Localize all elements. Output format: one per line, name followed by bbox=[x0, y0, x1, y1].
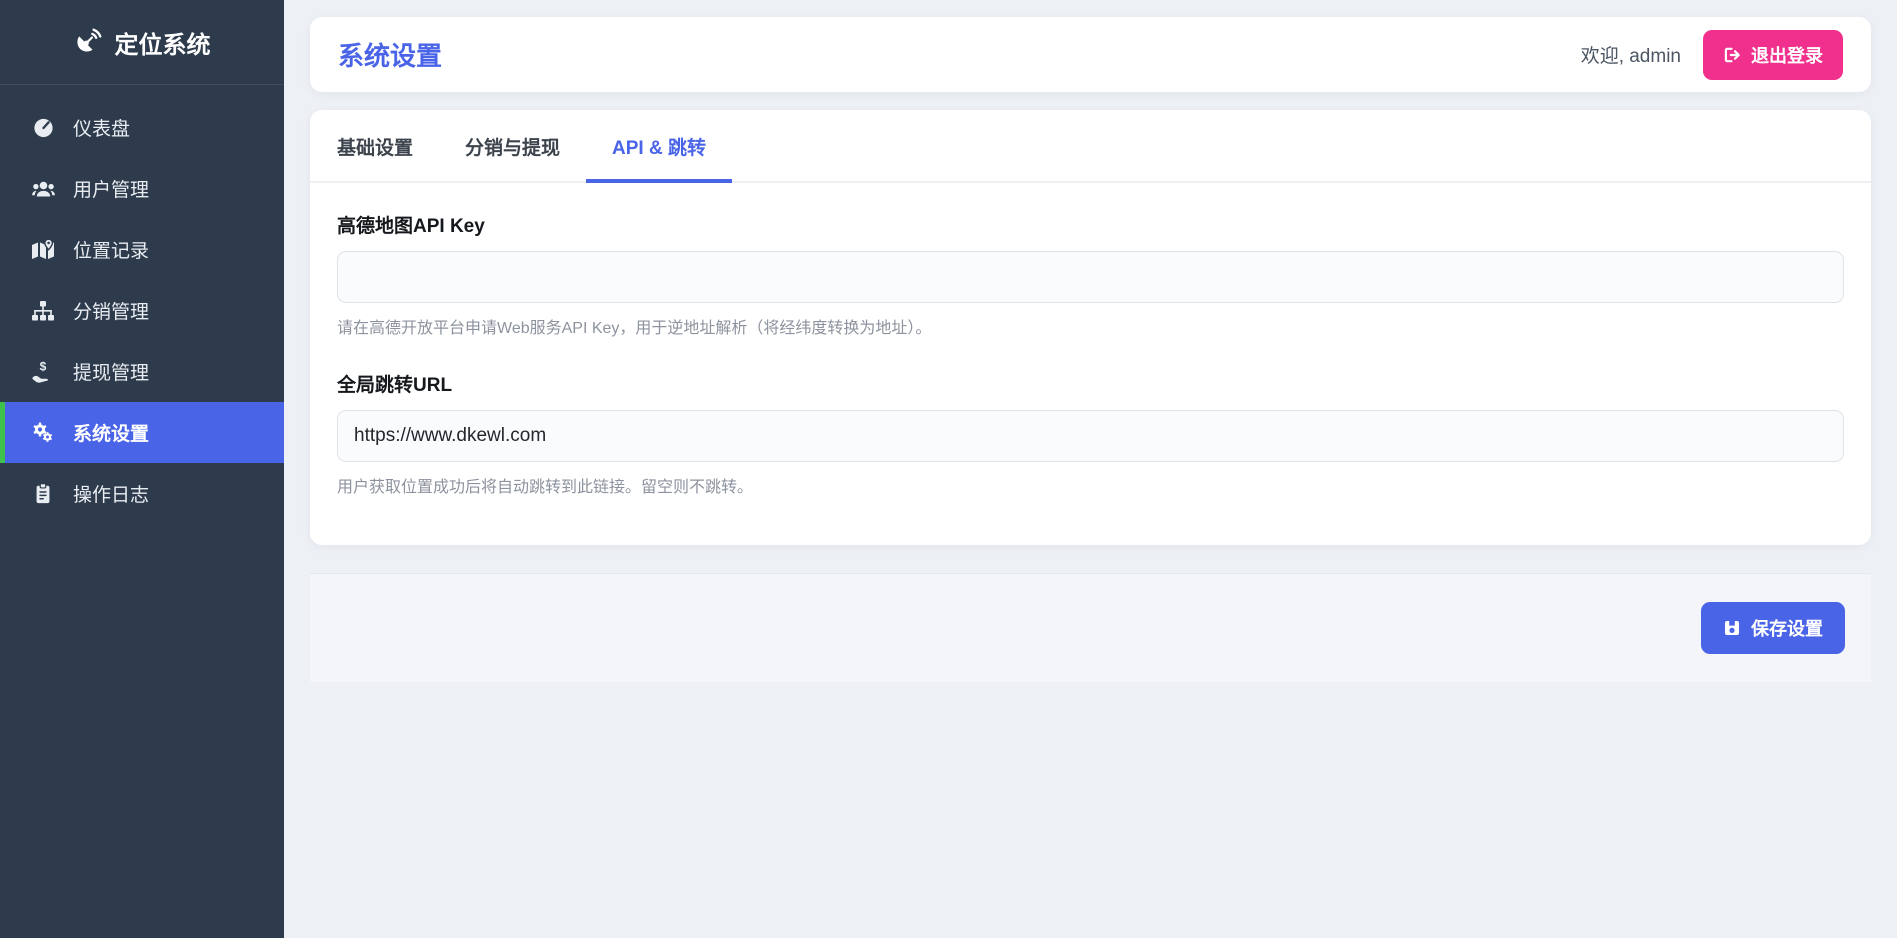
sidebar-item-label: 分销管理 bbox=[73, 302, 150, 323]
settings-card: 基础设置 分销与提现 API & 跳转 高德地图API Key 请在高德开放平台… bbox=[310, 110, 1871, 545]
tab-basic-settings[interactable]: 基础设置 bbox=[311, 110, 439, 183]
sidebar-item-label: 操作日志 bbox=[73, 485, 150, 506]
sitemap-icon bbox=[30, 300, 56, 322]
clipboard-icon bbox=[30, 482, 56, 505]
field-global-redirect-url: 全局跳转URL 用户获取位置成功后将自动跳转到此链接。留空则不跳转。 bbox=[337, 370, 1844, 497]
tab-bar: 基础设置 分销与提现 API & 跳转 bbox=[310, 110, 1871, 183]
satellite-dish-icon bbox=[76, 28, 101, 52]
sidebar-item-dashboard[interactable]: 仪表盘 bbox=[0, 97, 284, 158]
tab-label: 分销与提现 bbox=[465, 138, 561, 159]
map-marker-icon bbox=[30, 238, 56, 261]
sidebar-item-distribution[interactable]: 分销管理 bbox=[0, 280, 284, 341]
sidebar-item-label: 系统设置 bbox=[73, 424, 150, 445]
welcome-text: 欢迎, admin bbox=[1580, 46, 1681, 67]
save-label: 保存设置 bbox=[1751, 619, 1823, 639]
gauge-icon bbox=[30, 116, 56, 139]
tab-label: 基础设置 bbox=[337, 138, 414, 159]
global-redirect-url-help: 用户获取位置成功后将自动跳转到此链接。留空则不跳转。 bbox=[337, 479, 754, 496]
cogs-icon bbox=[30, 421, 56, 445]
users-icon bbox=[30, 178, 56, 200]
tab-api-redirect[interactable]: API & 跳转 bbox=[586, 110, 732, 183]
field-amap-api-key: 高德地图API Key 请在高德开放平台申请Web服务API Key，用于逆地址… bbox=[337, 211, 1844, 338]
tab-distribution-withdraw[interactable]: 分销与提现 bbox=[439, 110, 586, 183]
sidebar: 定位系统 仪表盘 用户管理 位置记录 分销管理 $ 提现管理 系统设置 操作日志 bbox=[0, 0, 284, 938]
sidebar-item-withdrawals[interactable]: $ 提现管理 bbox=[0, 341, 284, 402]
sign-out-icon bbox=[1724, 47, 1740, 62]
sidebar-item-label: 提现管理 bbox=[73, 363, 150, 384]
save-icon bbox=[1725, 621, 1739, 635]
top-bar: 系统设置 欢迎, admin 退出登录 bbox=[310, 17, 1871, 92]
amap-api-key-input[interactable] bbox=[337, 251, 1844, 303]
main-content: 系统设置 欢迎, admin 退出登录 基础设置 分销与提现 API & 跳转 … bbox=[284, 0, 1897, 938]
hand-dollar-icon: $ bbox=[30, 360, 56, 383]
app-root: 定位系统 仪表盘 用户管理 位置记录 分销管理 $ 提现管理 系统设置 操作日志… bbox=[0, 0, 1897, 938]
settings-form: 高德地图API Key 请在高德开放平台申请Web服务API Key，用于逆地址… bbox=[310, 183, 1871, 545]
global-redirect-url-label: 全局跳转URL bbox=[337, 375, 453, 396]
sidebar-item-label: 位置记录 bbox=[73, 241, 150, 262]
amap-api-key-label: 高德地图API Key bbox=[337, 216, 485, 237]
sidebar-nav: 仪表盘 用户管理 位置记录 分销管理 $ 提现管理 系统设置 操作日志 bbox=[0, 97, 284, 524]
app-logo: 定位系统 bbox=[0, 0, 284, 85]
save-bar: 保存设置 bbox=[310, 573, 1871, 682]
tab-label: API & 跳转 bbox=[612, 138, 706, 159]
sidebar-item-label: 用户管理 bbox=[73, 180, 150, 201]
sidebar-item-settings[interactable]: 系统设置 bbox=[0, 402, 284, 463]
page-title: 系统设置 bbox=[338, 41, 443, 71]
logout-label: 退出登录 bbox=[1751, 45, 1823, 66]
sidebar-item-users[interactable]: 用户管理 bbox=[0, 158, 284, 219]
save-settings-button[interactable]: 保存设置 bbox=[1701, 602, 1845, 654]
amap-api-key-help: 请在高德开放平台申请Web服务API Key，用于逆地址解析（将经纬度转换为地址… bbox=[337, 320, 932, 337]
sidebar-item-locations[interactable]: 位置记录 bbox=[0, 219, 284, 280]
sidebar-item-logs[interactable]: 操作日志 bbox=[0, 463, 284, 524]
top-bar-right: 欢迎, admin 退出登录 bbox=[1580, 29, 1843, 80]
svg-text:$: $ bbox=[40, 360, 47, 374]
global-redirect-url-input[interactable] bbox=[337, 410, 1844, 462]
sidebar-item-label: 仪表盘 bbox=[73, 119, 131, 140]
logout-button[interactable]: 退出登录 bbox=[1703, 29, 1843, 80]
app-title: 定位系统 bbox=[114, 31, 211, 59]
